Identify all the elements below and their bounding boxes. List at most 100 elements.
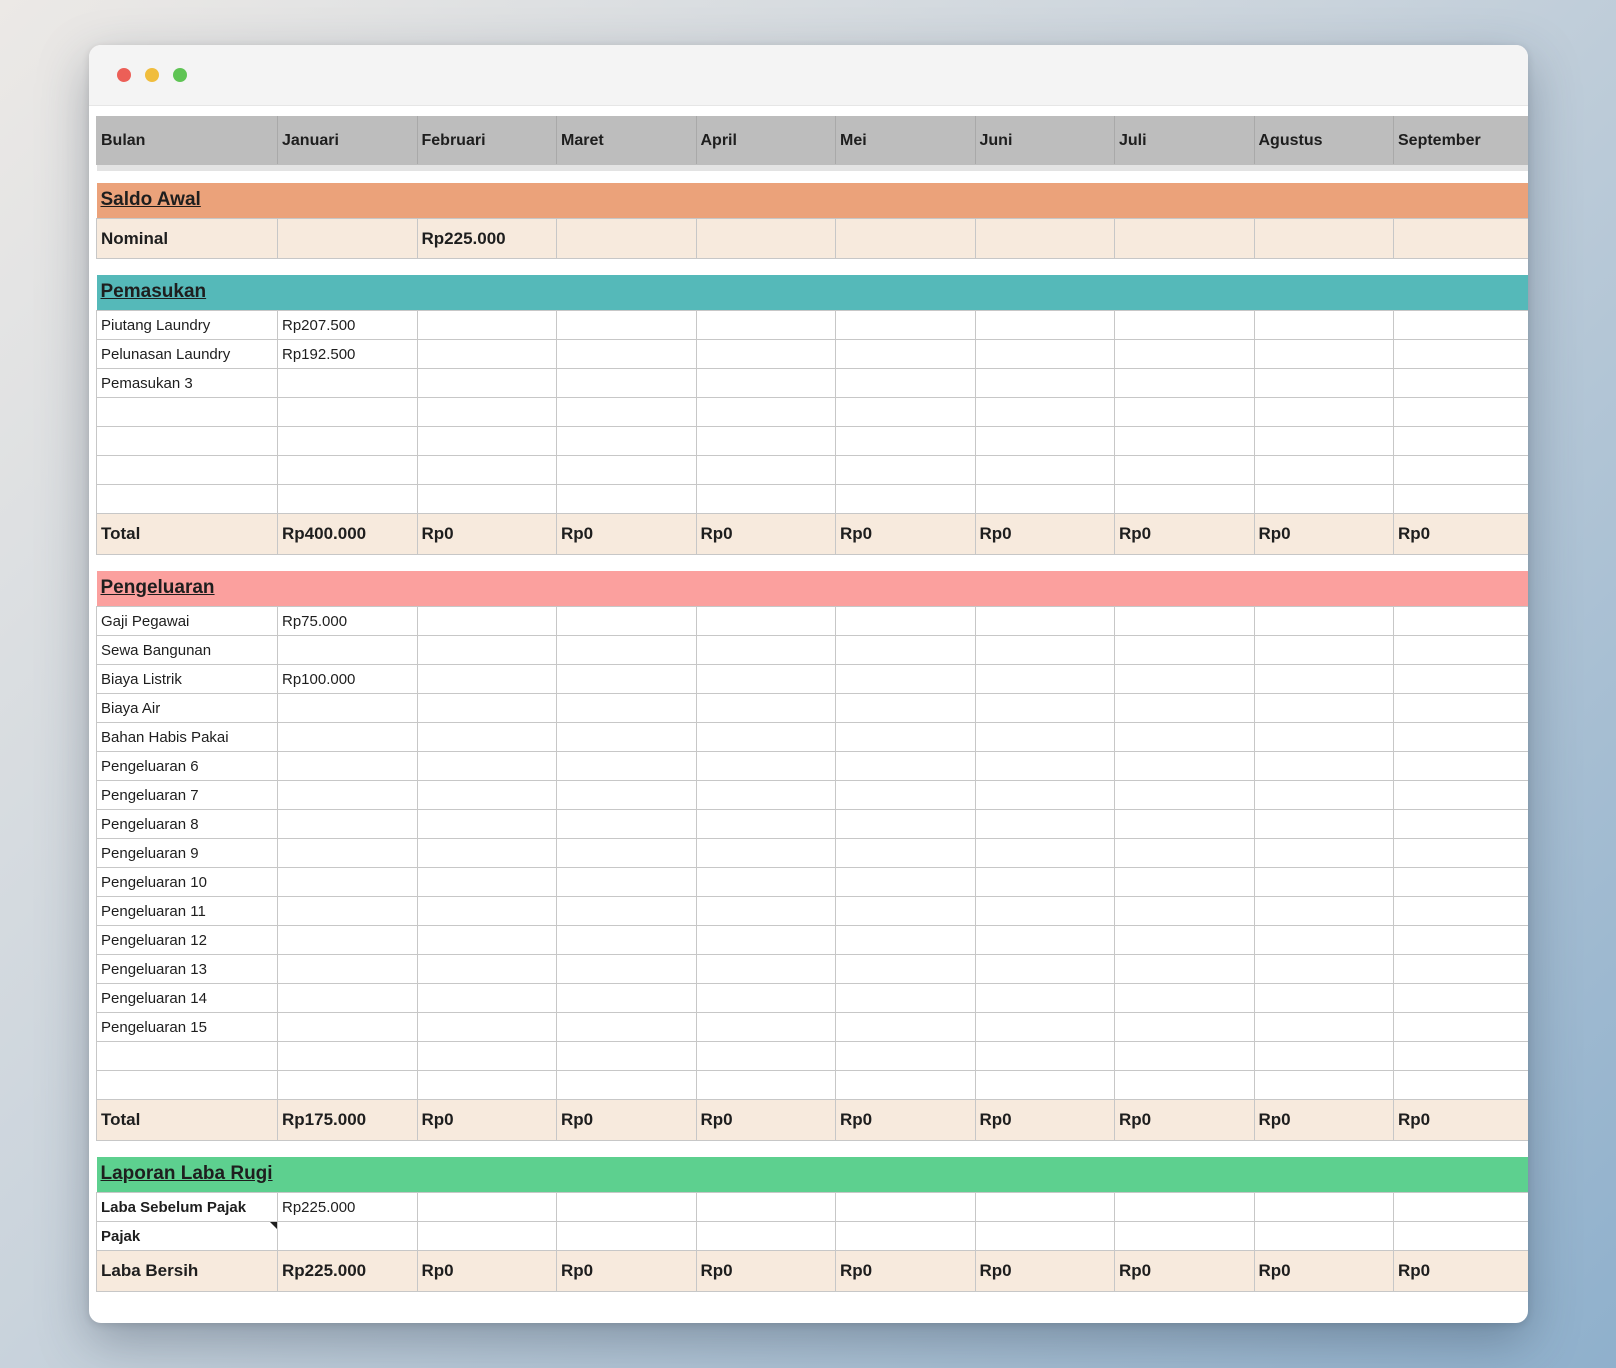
value-cell[interactable] <box>695 310 836 340</box>
value-cell[interactable] <box>1393 1192 1528 1222</box>
value-cell[interactable] <box>1393 751 1528 781</box>
cell-note-indicator[interactable] <box>270 1222 277 1229</box>
value-cell[interactable]: Rp0 <box>1393 513 1528 555</box>
value-cell[interactable] <box>835 780 976 810</box>
value-cell[interactable] <box>835 484 976 514</box>
value-cell[interactable] <box>695 635 836 665</box>
value-cell[interactable]: Rp0 <box>974 1250 1115 1292</box>
value-cell[interactable] <box>974 780 1115 810</box>
value-cell[interactable] <box>695 780 836 810</box>
value-cell[interactable] <box>277 751 418 781</box>
value-cell[interactable] <box>556 925 697 955</box>
value-cell[interactable] <box>974 925 1115 955</box>
value-cell[interactable] <box>974 455 1115 485</box>
value-cell[interactable] <box>974 310 1115 340</box>
value-cell[interactable]: Rp0 <box>1393 1250 1528 1292</box>
row-label-cell[interactable]: Pemasukan 3 <box>96 368 278 398</box>
value-cell[interactable] <box>974 606 1115 636</box>
header-month[interactable]: Juni <box>974 116 1115 165</box>
value-cell[interactable] <box>695 426 836 456</box>
value-cell[interactable]: Rp100.000 <box>277 664 418 694</box>
value-cell[interactable] <box>277 722 418 752</box>
value-cell[interactable] <box>695 983 836 1013</box>
value-cell[interactable] <box>1253 484 1394 514</box>
value-cell[interactable] <box>416 1221 557 1251</box>
row-label-cell[interactable]: Biaya Air <box>96 693 278 723</box>
value-cell[interactable] <box>1393 397 1528 427</box>
value-cell[interactable] <box>1393 1221 1528 1251</box>
value-cell[interactable] <box>835 368 976 398</box>
value-cell[interactable] <box>835 455 976 485</box>
value-cell[interactable] <box>1114 838 1255 868</box>
value-cell[interactable] <box>835 1192 976 1222</box>
value-cell[interactable] <box>695 339 836 369</box>
value-cell[interactable] <box>416 751 557 781</box>
value-cell[interactable] <box>695 809 836 839</box>
value-cell[interactable] <box>1253 426 1394 456</box>
value-cell[interactable] <box>695 693 836 723</box>
value-cell[interactable]: Rp0 <box>1393 1099 1528 1141</box>
value-cell[interactable] <box>1114 664 1255 694</box>
value-cell[interactable]: Rp0 <box>1253 1250 1394 1292</box>
value-cell[interactable] <box>277 484 418 514</box>
value-cell[interactable] <box>1253 1221 1394 1251</box>
value-cell[interactable] <box>416 838 557 868</box>
value-cell[interactable] <box>416 1041 557 1071</box>
header-month[interactable]: Maret <box>556 116 697 165</box>
value-cell[interactable] <box>416 809 557 839</box>
value-cell[interactable] <box>835 925 976 955</box>
header-month[interactable]: September <box>1393 116 1528 165</box>
value-cell[interactable] <box>1114 809 1255 839</box>
value-cell[interactable]: Rp0 <box>1114 513 1255 555</box>
value-cell[interactable] <box>1253 368 1394 398</box>
value-cell[interactable] <box>1114 310 1255 340</box>
value-cell[interactable] <box>974 368 1115 398</box>
value-cell[interactable] <box>1393 896 1528 926</box>
value-cell[interactable] <box>835 606 976 636</box>
value-cell[interactable]: Rp0 <box>1253 513 1394 555</box>
value-cell[interactable] <box>416 455 557 485</box>
value-cell[interactable] <box>974 1012 1115 1042</box>
value-cell[interactable] <box>695 606 836 636</box>
value-cell[interactable] <box>1253 397 1394 427</box>
value-cell[interactable] <box>556 397 697 427</box>
value-cell[interactable]: Rp0 <box>695 513 836 555</box>
value-cell[interactable] <box>416 722 557 752</box>
value-cell[interactable] <box>835 867 976 897</box>
value-cell[interactable] <box>974 664 1115 694</box>
value-cell[interactable] <box>695 484 836 514</box>
row-label-cell[interactable]: Total <box>96 513 278 555</box>
value-cell[interactable] <box>974 896 1115 926</box>
value-cell[interactable] <box>1253 1041 1394 1071</box>
value-cell[interactable] <box>1114 397 1255 427</box>
value-cell[interactable] <box>835 635 976 665</box>
value-cell[interactable] <box>416 867 557 897</box>
value-cell[interactable] <box>1114 693 1255 723</box>
row-label-cell[interactable]: Total <box>96 1099 278 1141</box>
value-cell[interactable] <box>556 635 697 665</box>
header-month[interactable]: Januari <box>277 116 418 165</box>
value-cell[interactable] <box>277 455 418 485</box>
value-cell[interactable] <box>974 635 1115 665</box>
value-cell[interactable] <box>556 606 697 636</box>
value-cell[interactable] <box>695 722 836 752</box>
value-cell[interactable]: Rp0 <box>556 1099 697 1141</box>
value-cell[interactable] <box>1114 780 1255 810</box>
value-cell[interactable] <box>1253 925 1394 955</box>
row-label-cell[interactable]: Pengeluaran 11 <box>96 896 278 926</box>
value-cell[interactable] <box>835 1221 976 1251</box>
value-cell[interactable] <box>974 339 1115 369</box>
row-label-cell[interactable]: Bahan Habis Pakai <box>96 722 278 752</box>
value-cell[interactable] <box>1253 455 1394 485</box>
value-cell[interactable] <box>1114 1192 1255 1222</box>
minimize-window-button[interactable] <box>145 68 159 82</box>
value-cell[interactable] <box>835 397 976 427</box>
value-cell[interactable] <box>1114 722 1255 752</box>
value-cell[interactable] <box>695 368 836 398</box>
value-cell[interactable] <box>556 896 697 926</box>
row-label-cell[interactable]: Pengeluaran 14 <box>96 983 278 1013</box>
value-cell[interactable] <box>1114 983 1255 1013</box>
value-cell[interactable] <box>416 896 557 926</box>
value-cell[interactable] <box>835 954 976 984</box>
value-cell[interactable] <box>695 1041 836 1071</box>
